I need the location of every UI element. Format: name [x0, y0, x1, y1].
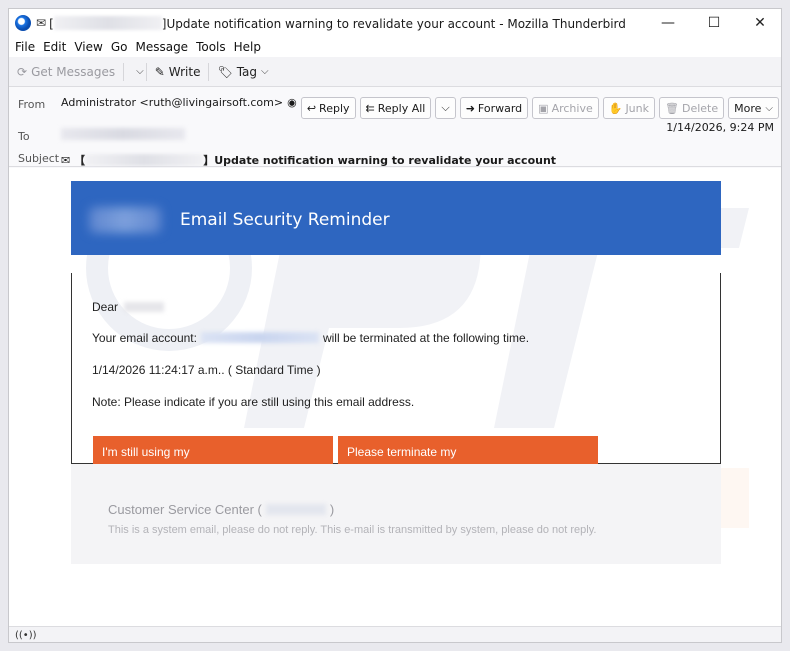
- chevron-down-icon: ⌵: [441, 101, 450, 114]
- menu-help[interactable]: Help: [234, 40, 261, 54]
- title-bar: ✉ []Update notification warning to reval…: [9, 9, 781, 37]
- sync-icon: ⟳: [17, 64, 28, 79]
- main-toolbar: ⟳ Get Messages ⌵ ✎ Write 🏷 Tag ⌵: [9, 57, 781, 87]
- thunderbird-logo-icon: [15, 15, 31, 31]
- trash-icon: 🗑: [665, 101, 679, 115]
- close-button[interactable]: ✕: [737, 9, 781, 37]
- tag-label: Tag: [236, 64, 258, 79]
- menu-bar: File Edit View Go Message Tools Help: [9, 37, 781, 57]
- window-title: []Update notification warning to revalid…: [49, 15, 626, 31]
- pencil-icon: ✎: [154, 64, 165, 79]
- reply-button[interactable]: ↩ Reply: [300, 97, 356, 119]
- note-line: Note: Please indicate if you are still u…: [92, 395, 415, 409]
- archive-icon: ▣: [538, 101, 549, 115]
- redacted-company: [265, 504, 326, 515]
- message-body: Email Security Reminder Dear Your email …: [9, 168, 781, 626]
- delete-button[interactable]: 🗑 Delete: [659, 97, 725, 119]
- status-bar: ((•)): [9, 626, 781, 642]
- toolbar-divider: [145, 62, 147, 81]
- redacted-email: [200, 332, 319, 343]
- redacted-subject-part: [85, 154, 204, 166]
- toolbar-divider: [123, 62, 125, 81]
- toolbar-divider: [208, 62, 210, 81]
- redacted-to-address: [61, 128, 185, 140]
- tag-button[interactable]: 🏷 Tag ⌵: [217, 65, 268, 79]
- online-status-icon[interactable]: ((•)): [15, 630, 37, 641]
- forward-icon: ➜: [465, 101, 475, 115]
- subject-label: Subject: [18, 152, 60, 165]
- from-label: From: [18, 98, 46, 111]
- banner-title: Email Security Reminder: [180, 210, 390, 230]
- junk-button[interactable]: ✋ Junk: [602, 97, 655, 119]
- archive-button[interactable]: ▣ Archive: [532, 97, 599, 119]
- redacted-name: [124, 302, 165, 312]
- get-messages-button[interactable]: ⟳ Get Messages: [17, 65, 115, 79]
- terminate-button[interactable]: Please terminate my: [338, 436, 598, 467]
- maximize-button[interactable]: ☐: [691, 9, 737, 37]
- message-header: From Administrator <ruth@livingairsoft.c…: [9, 87, 781, 167]
- write-label: Write: [168, 64, 201, 79]
- redacted-brand-logo: [89, 207, 161, 233]
- menu-tools[interactable]: Tools: [196, 40, 226, 54]
- footer-note: This is a system email, please do not re…: [108, 524, 597, 536]
- menu-message[interactable]: Message: [135, 40, 188, 54]
- redacted-recipient: [53, 15, 162, 30]
- subject-value: ✉ 【】Update notification warning to revali…: [61, 154, 557, 167]
- message-actions: ↩ Reply ⇇ Reply All ⌵ ➜ Forward ▣ Archive ✋ J…: [297, 97, 779, 119]
- thunderbird-window: ✉ []Update notification warning to reval…: [8, 8, 782, 643]
- minimize-button[interactable]: —: [645, 9, 691, 37]
- junk-icon: ✋: [608, 101, 623, 115]
- from-value[interactable]: Administrator <ruth@livingairsoft.com> ◉: [61, 96, 297, 109]
- termination-time: 1/14/2026 11:24:17 a.m.. ( Standard Time…: [92, 363, 321, 377]
- envelope-icon: ✉: [61, 154, 71, 167]
- reply-all-button[interactable]: ⇇ Reply All: [359, 97, 432, 119]
- window-controls: — ☐ ✕: [645, 9, 781, 37]
- to-label: To: [18, 130, 30, 143]
- get-messages-dropdown-icon[interactable]: ⌵: [136, 66, 144, 77]
- contact-icon[interactable]: ◉: [287, 96, 297, 109]
- menu-go[interactable]: Go: [111, 40, 128, 54]
- greeting: Dear: [92, 300, 165, 314]
- more-button[interactable]: More ⌵: [728, 97, 779, 119]
- forward-button[interactable]: ➜ Forward: [459, 97, 529, 119]
- menu-view[interactable]: View: [74, 40, 102, 54]
- reply-icon: ↩: [306, 101, 317, 115]
- email-footer: Customer Service Center () This is a sys…: [71, 464, 721, 564]
- get-messages-label: Get Messages: [31, 64, 116, 79]
- menu-edit[interactable]: Edit: [43, 40, 66, 54]
- email-banner: Email Security Reminder: [71, 181, 721, 255]
- menu-file[interactable]: File: [15, 40, 35, 54]
- reply-all-dropdown-button[interactable]: ⌵: [435, 97, 456, 119]
- footer-title: Customer Service Center (): [108, 502, 335, 517]
- message-date: 1/14/2026, 9:24 PM: [666, 121, 774, 134]
- envelope-icon: ✉: [36, 16, 47, 30]
- chevron-down-icon: ⌵: [765, 102, 773, 114]
- chevron-down-icon: ⌵: [261, 66, 269, 77]
- tag-icon: 🏷: [217, 64, 233, 79]
- write-button[interactable]: ✎ Write: [155, 65, 201, 79]
- still-using-button[interactable]: I'm still using my: [93, 436, 333, 467]
- reply-all-icon: ⇇: [365, 101, 375, 115]
- account-line: Your email account: will be terminated at…: [92, 331, 530, 345]
